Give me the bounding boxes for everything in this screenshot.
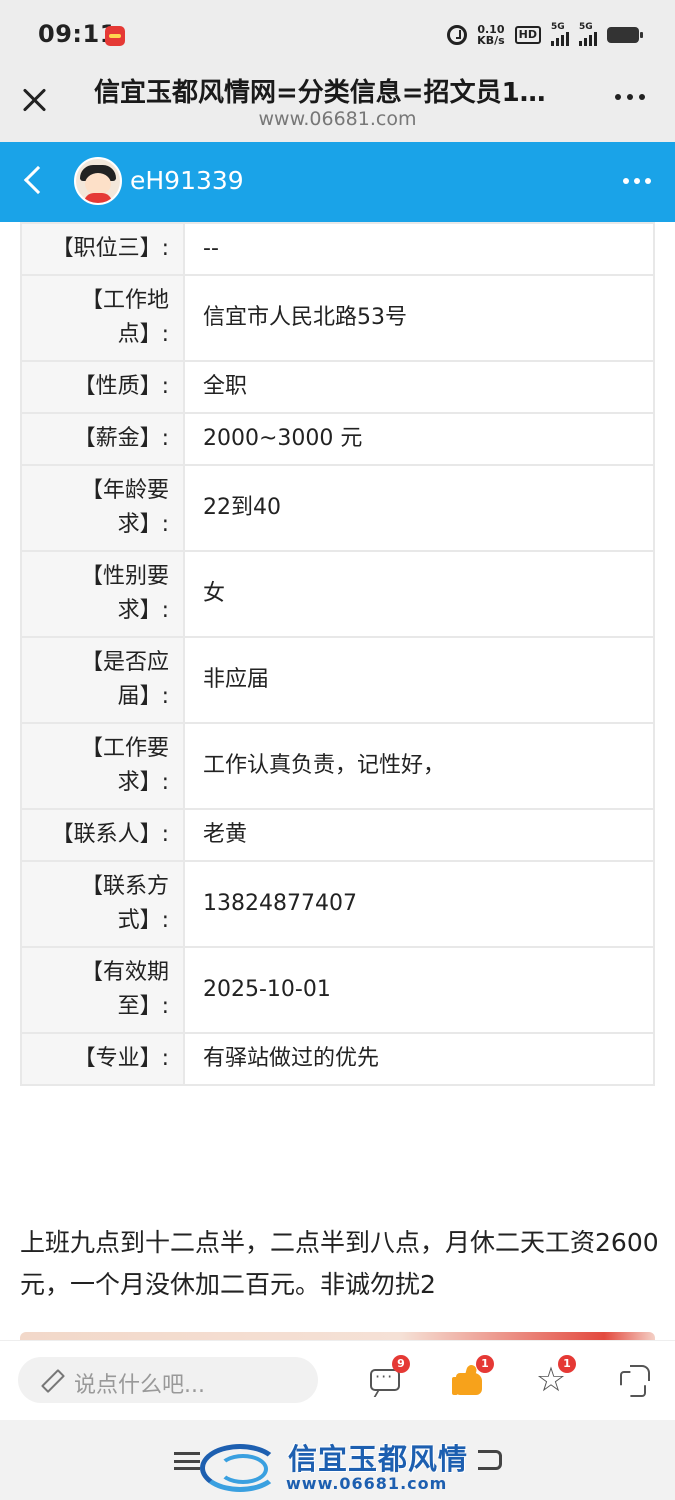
info-value: 2025-10-01	[183, 946, 655, 1034]
browser-title-bar: 信宜玉都风情网=分类信息=招文员1… www.06681.com	[0, 66, 675, 142]
favorite-count-badge: 1	[558, 1355, 576, 1373]
info-label: 【工作地点】:	[20, 274, 185, 362]
info-row: 【职位三】: --	[20, 222, 655, 276]
battery-icon	[607, 27, 643, 43]
comment-placeholder: 说点什么吧...	[74, 1373, 205, 1398]
info-row: 【工作地点】: 信宜市人民北路53号	[20, 274, 655, 362]
info-label: 【职位三】:	[20, 222, 185, 276]
like-button[interactable]: 1	[452, 1355, 494, 1399]
info-row: 【有效期至】: 2025-10-01	[20, 946, 655, 1034]
info-label: 【联系方式】:	[20, 860, 185, 948]
info-value: 全职	[183, 360, 655, 414]
info-label: 【性质】:	[20, 360, 185, 414]
comment-count-badge: 9	[392, 1355, 410, 1373]
profile-header: eH91339	[0, 142, 675, 222]
info-value: 2000~3000 元	[183, 412, 655, 466]
job-info-table: 【职位二】:--【职位三】:--【工作地点】:信宜市人民北路53号【性质】:全职…	[20, 222, 655, 1086]
info-row: 【工作要求】: 工作认真负责，记性好，	[20, 722, 655, 810]
signal-label-2: 5G	[579, 22, 593, 32]
info-value: 老黄	[183, 808, 655, 862]
post-content: 【职位二】:--【职位三】:--【工作地点】:信宜市人民北路53号【性质】:全职…	[0, 222, 675, 1340]
info-row: 【性别要求】: 女	[20, 550, 655, 638]
info-label: 【工作要求】:	[20, 722, 185, 810]
alarm-icon	[447, 25, 468, 45]
like-count-badge: 1	[476, 1355, 494, 1373]
info-value: --	[183, 222, 655, 276]
back-arrow-icon[interactable]	[23, 165, 53, 195]
info-value: 女	[183, 550, 655, 638]
info-label: 【薪金】:	[20, 412, 185, 466]
signal-icon-2: 5G	[579, 22, 597, 46]
info-value: 有驿站做过的优先	[183, 1032, 655, 1086]
page-url: www.06681.com	[258, 108, 417, 130]
site-logo-watermark: 信宜玉都风情 www.06681.com	[200, 1436, 490, 1500]
pencil-icon	[40, 1369, 62, 1391]
username[interactable]: eH91339	[130, 166, 244, 195]
info-value: 13824877407	[183, 860, 655, 948]
post-description: 上班九点到十二点半，二点半到八点，月休二天工资2600元，一个月没休加二百元。非…	[20, 1228, 659, 1299]
info-row: 【专业】: 有驿站做过的优先	[20, 1032, 655, 1086]
thumbs-up-icon	[456, 1373, 482, 1395]
share-button[interactable]	[618, 1365, 652, 1399]
menu-icon[interactable]	[174, 1452, 200, 1470]
logo-name: 信宜玉都风情	[288, 1442, 469, 1476]
info-row: 【性质】: 全职	[20, 360, 655, 414]
info-label: 【联系人】:	[20, 808, 185, 862]
status-bar: 09:11 0.10 KB/s HD 5G 5G	[0, 0, 675, 66]
avatar[interactable]	[74, 157, 122, 205]
comment-bar: 说点什么吧... 9 1 ☆ 1	[0, 1340, 675, 1420]
comment-button[interactable]: 9	[368, 1355, 410, 1399]
info-value: 22到40	[183, 464, 655, 552]
info-label: 【性别要求】:	[20, 550, 185, 638]
signal-icon: 5G	[551, 22, 569, 46]
status-icons: 0.10 KB/s HD 5G 5G	[447, 22, 643, 48]
app-notification-icon	[105, 26, 125, 46]
hd-voice-icon: HD	[514, 26, 541, 44]
info-row: 【是否应届】: 非应届	[20, 636, 655, 724]
post-image[interactable]	[20, 1332, 655, 1340]
more-options-icon[interactable]	[615, 94, 645, 100]
favorite-button[interactable]: ☆ 1	[534, 1355, 576, 1399]
system-nav-bar: 信宜玉都风情 www.06681.com	[0, 1420, 675, 1500]
page-title: 信宜玉都风情网=分类信息=招文员1…	[94, 78, 546, 108]
info-row: 【联系人】: 老黄	[20, 808, 655, 862]
header-more-icon[interactable]	[623, 178, 651, 184]
info-row: 【年龄要求】: 22到40	[20, 464, 655, 552]
info-row: 【联系方式】: 13824877407	[20, 860, 655, 948]
info-label: 【年龄要求】:	[20, 464, 185, 552]
network-speed: 0.10 KB/s	[477, 24, 504, 46]
info-row: 【薪金】: 2000~3000 元	[20, 412, 655, 466]
info-label: 【是否应届】:	[20, 636, 185, 724]
network-speed-unit: KB/s	[477, 34, 505, 47]
comment-input[interactable]: 说点什么吧...	[18, 1357, 318, 1403]
info-value: 非应届	[183, 636, 655, 724]
logo-url: www.06681.com	[286, 1474, 448, 1493]
info-value: 信宜市人民北路53号	[183, 274, 655, 362]
signal-label: 5G	[551, 22, 565, 32]
comment-icon	[370, 1367, 400, 1391]
info-label: 【有效期至】:	[20, 946, 185, 1034]
info-value: 工作认真负责，记性好，	[183, 722, 655, 810]
info-label: 【专业】:	[20, 1032, 185, 1086]
